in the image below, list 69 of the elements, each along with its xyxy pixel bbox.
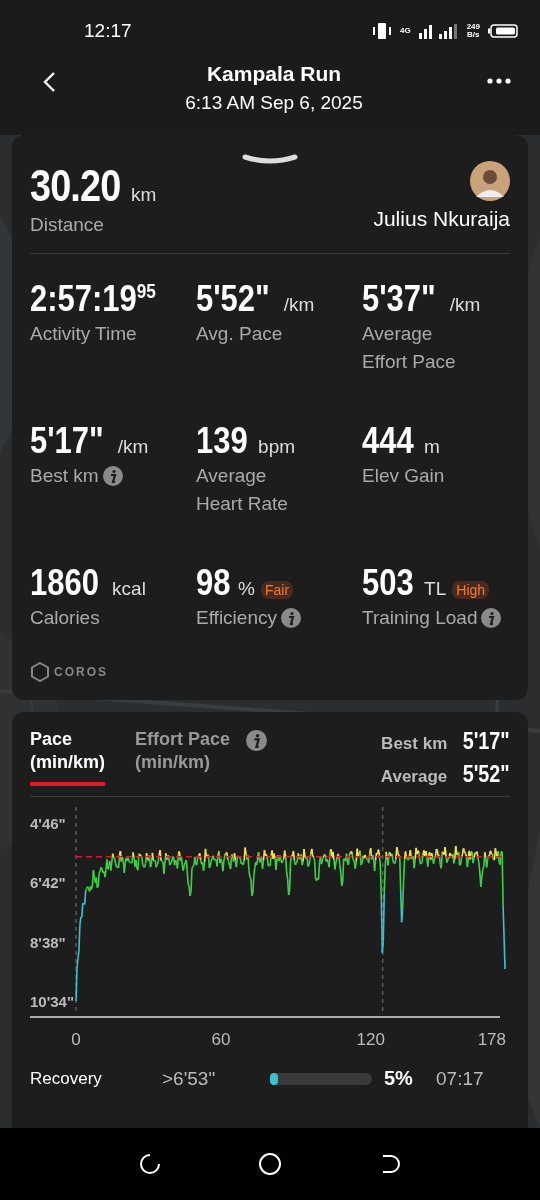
clock: 12:17 [84, 20, 132, 42]
athlete-name: Julius Nkuraija [373, 207, 510, 231]
stat-unit: /km [283, 294, 315, 316]
stat-value: 5'17" [30, 420, 104, 462]
stat-unit: m [424, 436, 440, 458]
y-axis-label: 8'38" [30, 933, 66, 951]
rating-badge: High [452, 581, 490, 599]
stat-value: 139 [196, 420, 248, 462]
zone-threshold: >6'53" [162, 1067, 217, 1090]
stat-value: 98 [196, 562, 231, 604]
highlight-value: 5'17" [462, 728, 510, 755]
stat-value: 2:57:19$^{95}$ [30, 278, 156, 320]
highlight-label: Average [380, 767, 448, 787]
more-icon [486, 78, 512, 84]
stat-unit: % [238, 578, 255, 600]
brand-logo-icon [30, 662, 50, 682]
stat-label: Average Heart Rate [196, 464, 289, 516]
stat-label: Elev Gain [362, 464, 446, 488]
y-axis-label: 4'46" [30, 815, 66, 832]
stat-label: Calories [30, 606, 101, 630]
x-axis-label: 120 [356, 1030, 385, 1049]
info-icon[interactable] [481, 608, 502, 628]
distance-value: 30.20 [30, 161, 121, 211]
network-speed: 249 [466, 23, 480, 31]
info-icon[interactable] [246, 730, 268, 751]
stat-label: Best km [30, 464, 99, 488]
stat-unit: bpm [258, 436, 296, 458]
y-axis-label: 6'42" [30, 874, 66, 892]
x-axis-label: 0 [71, 1030, 81, 1049]
stat-label: Activity Time [30, 322, 138, 346]
info-icon[interactable] [280, 608, 301, 628]
activity-title: Kampala Run [206, 62, 342, 86]
stat-label: Average Effort Pace [362, 322, 457, 374]
stat-value: 1860 [30, 562, 99, 604]
signal-icon [418, 23, 459, 39]
rating-badge: Fair [260, 581, 294, 599]
stat-label: Training Load [362, 606, 478, 630]
x-axis-label: 60 [211, 1030, 231, 1049]
zone-time: 07:17 [436, 1067, 484, 1090]
stat-unit: kcal [112, 578, 146, 600]
stat-unit: /km [117, 436, 149, 458]
highlight-value: 5'52" [462, 761, 510, 788]
battery-icon [488, 24, 518, 38]
stat-value: 5'52" [196, 278, 270, 320]
info-icon[interactable] [102, 466, 123, 486]
stat-label: Avg. Pace [196, 322, 284, 346]
stat-value: 444 [362, 420, 414, 462]
brand-name: COROS [54, 665, 108, 679]
distance-label: Distance [30, 213, 105, 237]
avatar[interactable] [470, 161, 510, 201]
y-axis-label: 10'34" [30, 993, 75, 1010]
highlight-label: Best km [381, 734, 448, 754]
vibrate-icon [371, 22, 392, 40]
stat-unit: /km [449, 294, 481, 316]
stat-value: 5'37" [362, 278, 436, 320]
chart-tab[interactable]: Effort Pace (min/km) [135, 728, 231, 786]
zone-label: Recovery [30, 1068, 103, 1089]
x-axis-label: 178 [477, 1030, 506, 1049]
zone-percent: 5% [384, 1067, 414, 1090]
stat-unit: TL [424, 578, 447, 600]
chart-tab[interactable]: Pace (min/km) [30, 728, 105, 786]
recent-apps-icon[interactable] [137, 1152, 162, 1176]
activity-date: 6:13 AM Sep 6, 2025 [185, 92, 363, 114]
stat-label: Efficiency [196, 606, 277, 630]
speed-unit: B/s [466, 31, 480, 39]
stat-value: 503 [362, 562, 414, 604]
distance-unit: km [131, 184, 157, 206]
network-type: 4G [399, 27, 411, 35]
home-icon[interactable] [257, 1151, 283, 1177]
